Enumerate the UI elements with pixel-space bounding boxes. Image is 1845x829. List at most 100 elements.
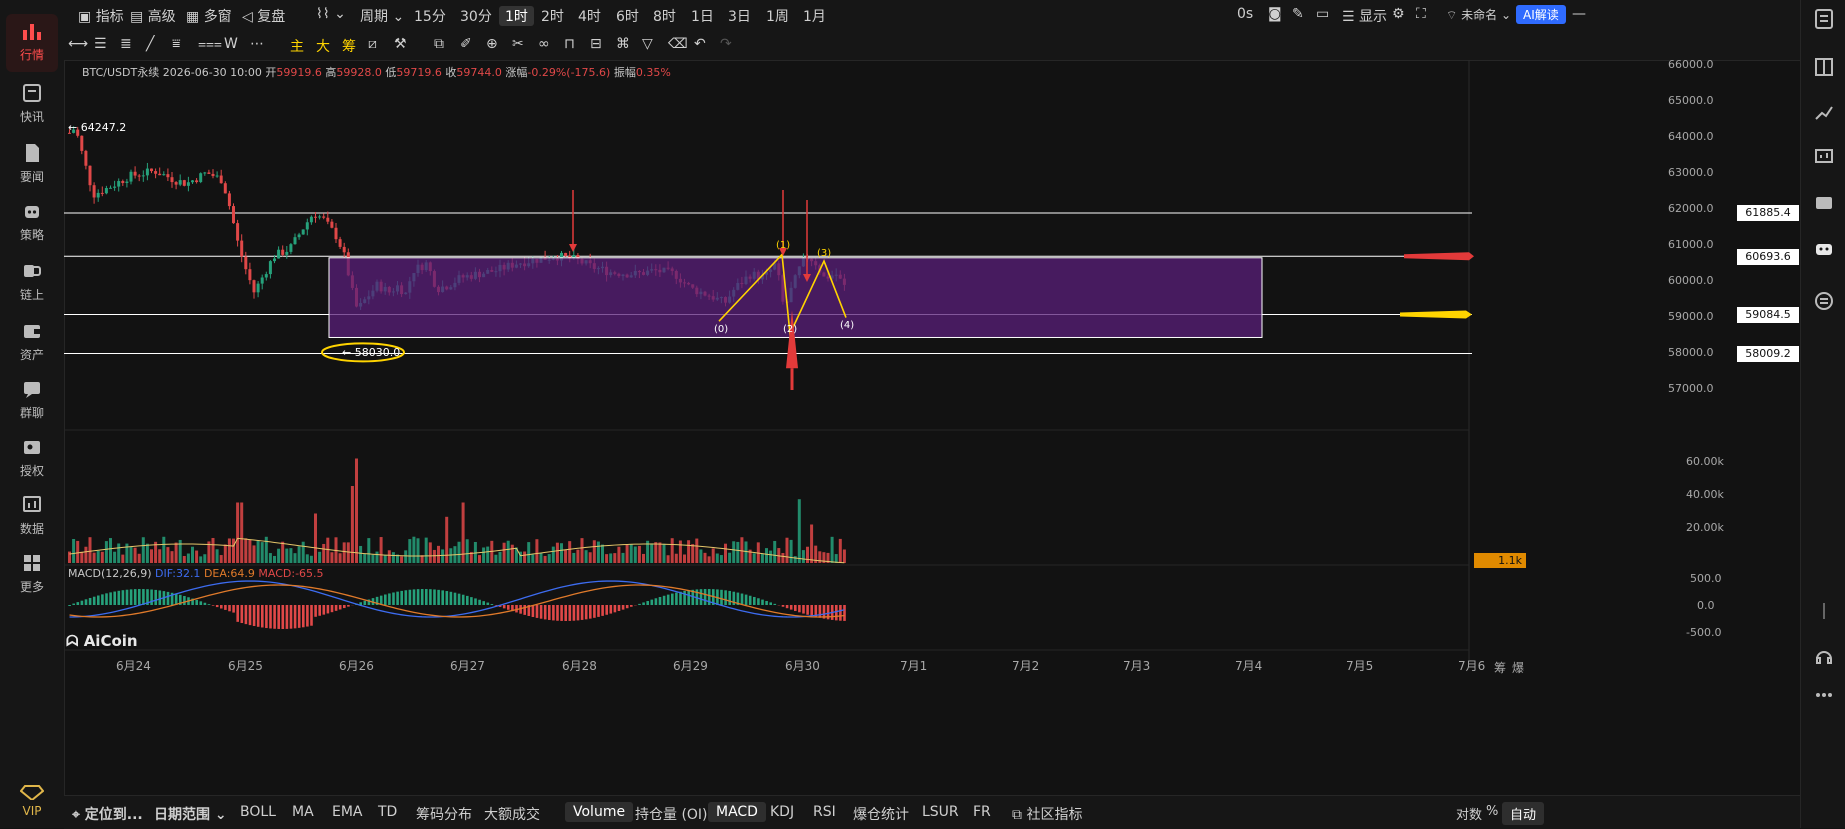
fib-tool-icon[interactable]: ⩸ — [172, 36, 181, 52]
interval-1d[interactable]: 1日 — [691, 6, 714, 26]
price-tag[interactable]: 60693.6 — [1737, 249, 1799, 265]
swap-icon[interactable] — [1813, 290, 1835, 312]
note-icon[interactable]: ⊟ — [590, 36, 602, 52]
settings-icon[interactable]: ⚙ — [1392, 6, 1405, 22]
trend-icon[interactable] — [1813, 102, 1835, 124]
ai-button[interactable]: AI解读 — [1516, 5, 1566, 24]
trendline-tool-icon[interactable]: ╱ — [146, 36, 154, 52]
ruler-icon[interactable]: ✐ — [460, 36, 472, 52]
replay-button[interactable]: ◁ 复盘 — [242, 6, 285, 26]
sidebar-item-auth[interactable]: 授权 — [0, 436, 64, 479]
layout-name-dropdown[interactable]: ⌔ 未命名 ⌄ — [1446, 6, 1511, 23]
more-tools-icon[interactable]: ⋯ — [250, 36, 264, 52]
sidebar-item-chat[interactable]: 群聊 — [0, 378, 64, 421]
big-order-tool[interactable]: 大 — [316, 36, 330, 56]
date-range-dropdown[interactable]: 日期范围 ⌄ — [154, 804, 227, 824]
indicator-boll[interactable]: BOLL — [240, 804, 276, 820]
parallel-tool-icon[interactable]: ☰ — [94, 36, 107, 52]
interval-2h[interactable]: 2时 — [541, 6, 564, 26]
edit-icon[interactable]: ✎ — [1292, 6, 1304, 22]
sidebar-item-market[interactable]: 行情 — [0, 20, 64, 63]
auto-scale-toggle[interactable]: 自动 — [1502, 802, 1544, 825]
price-tag[interactable]: 58009.2 — [1737, 346, 1799, 362]
sidebar-item-vip[interactable]: VIP — [0, 784, 64, 818]
monitor-icon[interactable] — [1813, 146, 1835, 168]
display-button[interactable]: ☰ 显示 — [1342, 6, 1387, 26]
indicator-oi[interactable]: 持仓量 (OI) — [635, 804, 708, 824]
indicator-liquidation[interactable]: 爆仓统计 — [853, 804, 909, 824]
brush-icon[interactable]: ⚒ — [394, 36, 407, 52]
sidebar-item-data[interactable]: 数据 — [0, 494, 64, 537]
redo-icon[interactable]: ↷ — [720, 36, 732, 52]
indicator-volume[interactable]: Volume — [565, 802, 633, 822]
price-chart[interactable] — [64, 60, 1734, 795]
layout-icon[interactable]: ▭ — [1316, 6, 1329, 22]
indicator-chip[interactable]: 筹码分布 — [416, 804, 472, 824]
chart-style-button[interactable]: ⌇⌇ ⌄ — [316, 6, 346, 22]
indicator-button[interactable]: ▣ 指标 — [78, 6, 124, 26]
sidebar-item-strategy[interactable]: 策略 — [0, 200, 64, 243]
indicator-macd[interactable]: MACD — [708, 802, 766, 822]
more-icon[interactable] — [1813, 684, 1835, 706]
advanced-button[interactable]: ▤ 高级 — [130, 6, 176, 26]
interval-3d[interactable]: 3日 — [728, 6, 751, 26]
indicator-rsi[interactable]: RSI — [813, 804, 836, 820]
hline-tool-icon[interactable]: ⟷ — [68, 36, 88, 52]
filter-icon[interactable]: ▽ — [642, 36, 653, 52]
wave-tool[interactable]: W — [224, 36, 238, 52]
price-tag[interactable]: 59084.5 — [1737, 307, 1799, 323]
gann-tool-icon[interactable]: ⩶ — [198, 36, 222, 52]
indicator-td[interactable]: TD — [378, 804, 397, 820]
indicator-kdj[interactable]: KDJ — [770, 804, 794, 820]
scroll-handle-icon[interactable] — [1813, 600, 1835, 622]
undo-icon[interactable]: ↶ — [694, 36, 706, 52]
magnet-icon[interactable]: ⧄ — [368, 36, 377, 52]
eraser-icon[interactable]: ✂ — [512, 36, 524, 52]
locate-button[interactable]: ⌖ 定位到... — [72, 804, 143, 824]
interval-1h[interactable]: 1时 — [499, 6, 534, 26]
minimize-icon[interactable]: — — [1572, 6, 1586, 22]
interval-6h[interactable]: 6时 — [616, 6, 639, 26]
period-dropdown[interactable]: 周期 ⌄ — [360, 6, 404, 26]
zoom-icon[interactable]: ⊕ — [486, 36, 498, 52]
bot-icon[interactable] — [1813, 238, 1835, 260]
headset-icon[interactable] — [1813, 646, 1835, 668]
indicator-big-trades[interactable]: 大额成交 — [484, 804, 540, 824]
chip-tool[interactable]: 筹 — [342, 36, 356, 56]
lock-icon[interactable]: ⊓ — [564, 36, 575, 52]
sidebar-item-flash[interactable]: 快讯 — [0, 82, 64, 125]
community-indicator-button[interactable]: ⧉ 社区指标 — [1012, 804, 1082, 824]
news-badge-icon[interactable] — [1813, 192, 1835, 214]
liquidation-toggle[interactable]: 爆 — [1512, 659, 1524, 676]
price-tag[interactable]: 61885.4 — [1737, 205, 1799, 221]
indicator-lsur[interactable]: LSUR — [922, 804, 959, 820]
chip-toggle[interactable]: 筹 — [1494, 659, 1506, 676]
trash-icon[interactable]: ⌫ — [668, 36, 688, 52]
multi-window-button[interactable]: ▦ 多窗 — [186, 6, 232, 26]
layout-grid-icon[interactable] — [1813, 56, 1835, 78]
interval-1mo[interactable]: 1月 — [803, 6, 826, 26]
orderbook-icon[interactable] — [1813, 8, 1835, 30]
channel-tool-icon[interactable]: ≣ — [120, 36, 132, 52]
main-force-tool[interactable]: 主 — [290, 36, 304, 56]
tag-icon[interactable]: ⌘ — [616, 36, 630, 52]
copy-icon[interactable]: ⧉ — [434, 36, 444, 52]
percent-toggle[interactable]: % — [1486, 804, 1498, 819]
sidebar-item-assets[interactable]: 资产 — [0, 320, 64, 363]
sidebar-item-onchain[interactable]: 链上 — [0, 260, 64, 303]
log-scale-toggle[interactable]: 对数 — [1456, 804, 1482, 823]
sidebar-item-more[interactable]: 更多 — [0, 552, 64, 595]
indicator-ma[interactable]: MA — [292, 804, 314, 820]
link-icon[interactable]: ∞ — [538, 36, 550, 52]
indicator-ema[interactable]: EMA — [332, 804, 363, 820]
wave-label: (0) — [714, 324, 728, 335]
indicator-fr[interactable]: FR — [973, 804, 991, 820]
interval-1w[interactable]: 1周 — [766, 6, 789, 26]
sidebar-item-news[interactable]: 要闻 — [0, 142, 64, 185]
fullscreen-icon[interactable]: ⛶ — [1416, 6, 1426, 22]
interval-15m[interactable]: 15分 — [414, 6, 446, 26]
interval-30m[interactable]: 30分 — [460, 6, 492, 26]
interval-8h[interactable]: 8时 — [653, 6, 676, 26]
camera-icon[interactable]: ◙ — [1268, 6, 1282, 22]
interval-4h[interactable]: 4时 — [578, 6, 601, 26]
